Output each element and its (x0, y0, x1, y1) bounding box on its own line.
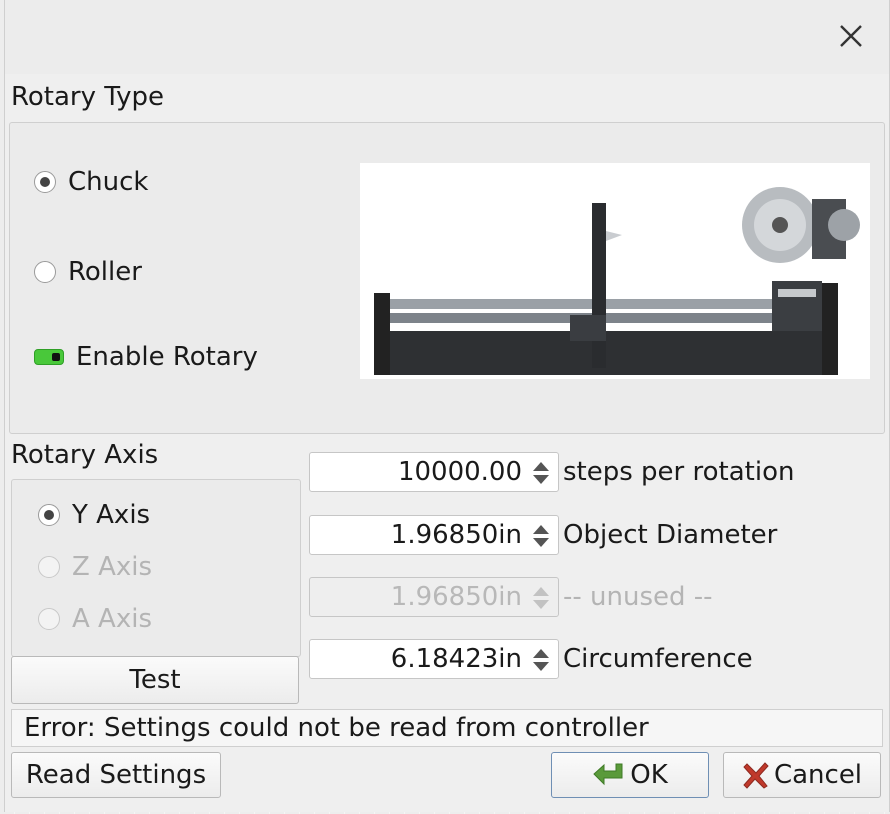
cancel-label: Cancel (773, 760, 863, 790)
rotary-device-illustration (374, 187, 860, 375)
cancel-x-icon (743, 762, 769, 789)
steps-per-rotation-row: 10000.00 steps per rotation (309, 452, 794, 492)
circumference-value: 6.18423in (390, 644, 522, 674)
rotary-axis-group: Y Axis Z Axis A Axis (11, 479, 301, 657)
y-axis-radio[interactable] (38, 504, 60, 526)
spin-arrows-icon[interactable] (530, 522, 552, 550)
status-message: Error: Settings could not be read from c… (11, 709, 883, 747)
enable-rotary-toggle[interactable] (34, 349, 64, 365)
object-diameter-row: 1.96850in Object Diameter (309, 515, 777, 555)
y-axis-label: Y Axis (72, 500, 151, 530)
unused-label: -- unused -- (563, 582, 713, 612)
a-axis-radio[interactable] (38, 608, 60, 630)
rotary-type-label: Rotary Type (11, 82, 164, 112)
unused-row: 1.96850in -- unused -- (309, 577, 713, 617)
a-axis-label: A Axis (72, 604, 152, 634)
chuck-radio-row[interactable]: Chuck (34, 167, 148, 197)
a-axis-radio-row[interactable]: A Axis (38, 604, 152, 634)
roller-radio[interactable] (34, 261, 56, 283)
rotary-settings-dialog: Rotary Type Chuck Roller Enable Rotary R… (4, 0, 890, 812)
object-diameter-value: 1.96850in (390, 520, 522, 550)
spin-arrows-icon[interactable] (530, 646, 552, 674)
y-axis-radio-row[interactable]: Y Axis (38, 500, 150, 530)
z-axis-label: Z Axis (72, 552, 153, 582)
z-axis-radio[interactable] (38, 556, 60, 578)
rotary-axis-label: Rotary Axis (11, 440, 159, 470)
cancel-button[interactable]: Cancel (723, 752, 881, 798)
chuck-label: Chuck (68, 167, 149, 197)
spin-arrows-icon[interactable] (530, 459, 552, 487)
steps-per-rotation-label: steps per rotation (563, 457, 795, 487)
circumference-label: Circumference (563, 644, 753, 674)
enable-rotary-label: Enable Rotary (76, 342, 258, 372)
circumference-row: 6.18423in Circumference (309, 639, 753, 679)
circumference-field[interactable]: 6.18423in (309, 639, 559, 679)
steps-per-rotation-value: 10000.00 (397, 457, 522, 487)
ok-label: OK (630, 760, 668, 790)
status-text: Error: Settings could not be read from c… (24, 713, 649, 743)
object-diameter-label: Object Diameter (563, 520, 778, 550)
unused-value: 1.96850in (390, 582, 522, 612)
chuck-radio[interactable] (34, 171, 56, 193)
ok-button[interactable]: OK (551, 752, 709, 798)
enable-rotary-row[interactable]: Enable Rotary (34, 342, 258, 372)
spin-arrows-icon[interactable] (530, 584, 552, 612)
read-settings-button[interactable]: Read Settings (11, 752, 221, 798)
ok-arrow-icon (593, 763, 623, 786)
roller-label: Roller (68, 257, 142, 287)
z-axis-radio-row[interactable]: Z Axis (38, 552, 152, 582)
roller-radio-row[interactable]: Roller (34, 257, 142, 287)
object-diameter-field[interactable]: 1.96850in (309, 515, 559, 555)
title-bar (5, 0, 889, 74)
steps-per-rotation-field[interactable]: 10000.00 (309, 452, 559, 492)
test-button[interactable]: Test (11, 656, 299, 704)
close-button[interactable] (831, 16, 871, 56)
unused-field[interactable]: 1.96850in (309, 577, 559, 617)
rotary-chuck-image (360, 163, 870, 379)
close-icon (840, 25, 862, 47)
